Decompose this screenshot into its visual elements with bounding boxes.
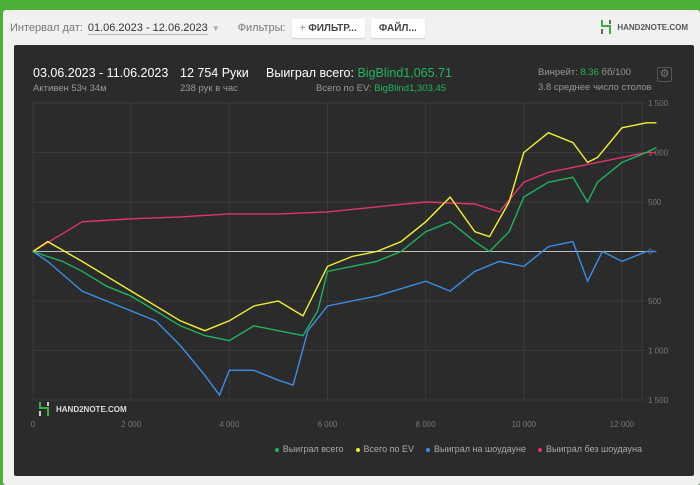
chart-legend: Выиграл всего Всего по EV Выиграл на шоуда… [274, 444, 642, 454]
legend-label: Выиграл на шоудауне [434, 444, 526, 454]
chart-watermark: HAND2NOTE.COM [38, 401, 127, 417]
x-tick-label: 12 000 [610, 420, 635, 429]
interval-label: Интервал дат: [10, 22, 83, 34]
date-interval-select[interactable]: 01.06.2023 - 12.06.2023 [87, 22, 208, 35]
x-tick-label: 8 000 [416, 420, 437, 429]
add-filter-label: ФИЛЬТР... [308, 22, 357, 34]
legend-dot-icon [274, 447, 279, 452]
legend-label: Выиграл всего [282, 444, 344, 454]
chevron-down-icon[interactable]: ▼ [212, 24, 220, 33]
x-tick-label: 2 000 [121, 420, 142, 429]
x-tick-label: 0 [31, 420, 36, 429]
legend-dot-icon [538, 447, 542, 452]
hand2note-logo-icon [601, 20, 612, 34]
brand-logo: HAND2NOTE.COM [600, 19, 688, 35]
x-tick-label: 4 000 [219, 420, 240, 429]
watermark-text: HAND2NOTE.COM [56, 404, 127, 414]
legend-item[interactable]: Выиграл всего [274, 444, 344, 454]
y-tick-label: 1 000 [648, 347, 669, 356]
series-line [32, 122, 657, 332]
brand-logo-text: HAND2NOTE.COM [617, 22, 688, 32]
legend-label: Всего по EV [363, 444, 415, 454]
toolbar: Интервал дат: 01.06.2023 - 12.06.2023 ▼ … [10, 16, 425, 40]
legend-dot-icon [426, 447, 431, 452]
legend-dot-icon [355, 447, 360, 452]
legend-item[interactable]: Всего по EV [355, 444, 415, 454]
x-tick-label: 10 000 [512, 420, 537, 429]
x-tick-label: 6 000 [317, 420, 338, 429]
hand2note-logo-icon [39, 402, 49, 416]
files-button[interactable]: ФАЙЛ... [370, 18, 425, 38]
y-tick-label: 1 500 [648, 396, 669, 405]
chart: 0 2 000 4 000 6 000 8 000 10 000 12 000 1 500 1 … [31, 99, 669, 429]
y-tick-label: 500 [648, 297, 662, 306]
series-line [32, 240, 657, 397]
chart-card: 03.06.2023 - 11.06.2023 Активен 53ч 34м … [14, 45, 694, 476]
filters-label: Фильтры: [237, 22, 286, 34]
legend-label: Выиграл без шоудауна [546, 444, 642, 454]
y-tick-label: 1 500 [648, 99, 669, 108]
add-filter-button[interactable]: + ФИЛЬТР... [291, 18, 365, 38]
plus-icon: + [299, 22, 309, 34]
legend-item[interactable]: Выиграл на шоудауне [426, 444, 526, 454]
legend-item[interactable]: Выиграл без шоудауна [538, 444, 642, 454]
y-tick-label: 500 [648, 198, 662, 207]
